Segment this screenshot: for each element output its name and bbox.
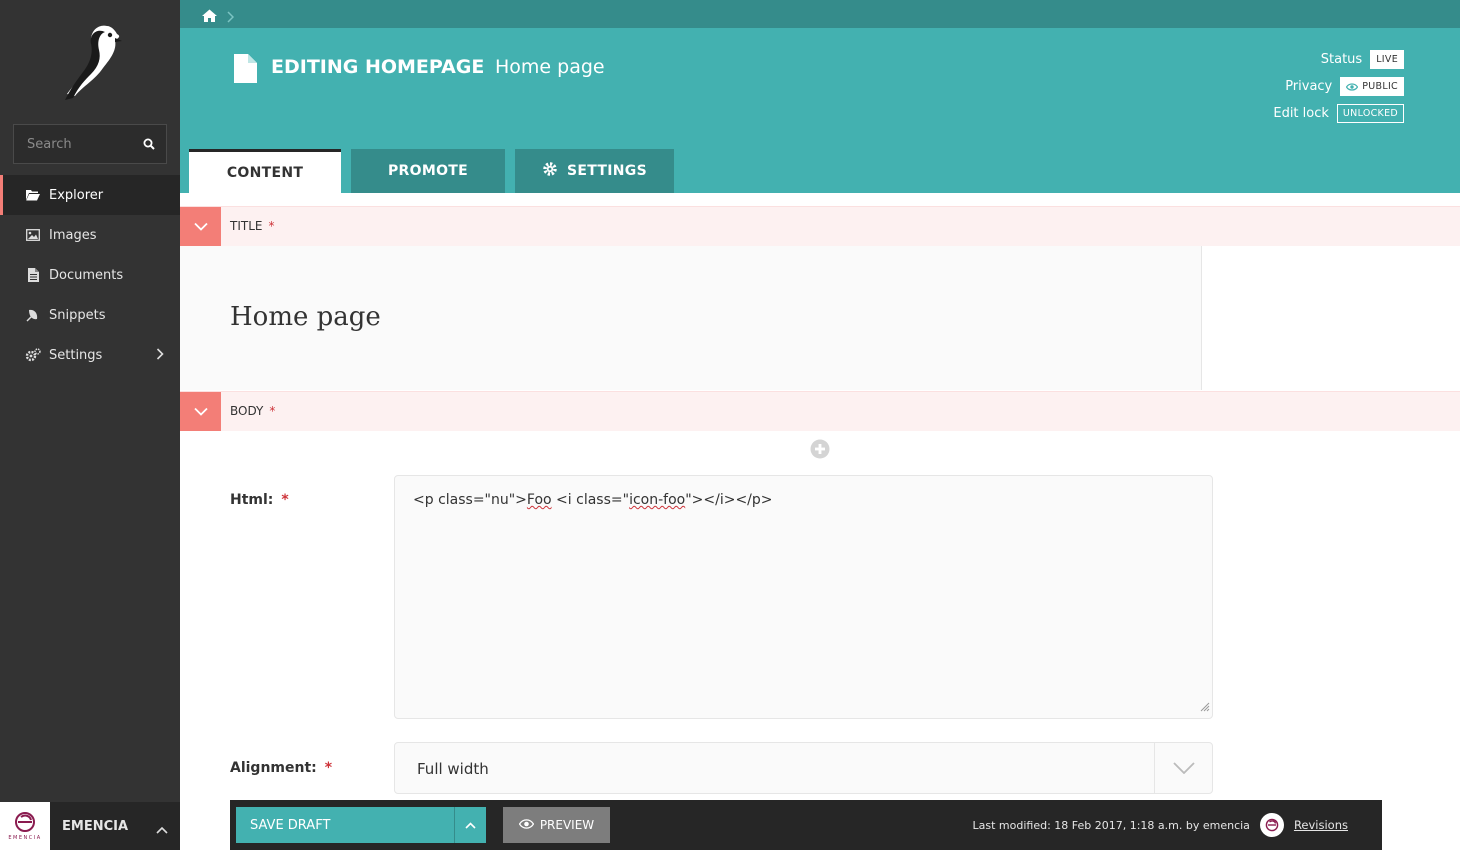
more-actions-toggle[interactable] xyxy=(454,807,486,843)
menu-item-explorer[interactable]: Explorer xyxy=(0,175,180,215)
page-title: EDITING HOMEPAGE Home page xyxy=(271,56,605,78)
menu-item-snippets[interactable]: Snippets xyxy=(0,295,180,335)
resize-handle-icon[interactable] xyxy=(1200,700,1210,716)
chevron-right-icon xyxy=(227,8,234,27)
tab-bar: CONTENT PROMOTE SETTINGS xyxy=(189,149,684,193)
menu-item-documents[interactable]: Documents xyxy=(0,255,180,295)
preview-label: PREVIEW xyxy=(540,818,594,832)
image-icon xyxy=(25,227,41,243)
save-draft-button[interactable]: SAVE DRAFT xyxy=(236,807,454,843)
search-input[interactable] xyxy=(14,125,134,163)
html-code-part: <p class="nu"> xyxy=(413,492,527,508)
eye-icon xyxy=(519,818,534,832)
avatar: EMENCIA xyxy=(0,802,50,850)
preview-button[interactable]: PREVIEW xyxy=(503,807,610,843)
breadcrumb xyxy=(180,0,1460,28)
document-icon xyxy=(25,267,41,283)
status-label: Status xyxy=(1321,52,1362,67)
avatar-brand: EMENCIA xyxy=(8,835,41,841)
chevron-down-icon xyxy=(194,407,208,416)
chevron-right-icon xyxy=(156,348,164,364)
menu-item-label: Documents xyxy=(49,268,123,283)
html-code-part: "></i></p> xyxy=(685,492,772,508)
chevron-up-icon xyxy=(465,822,476,829)
edit-lock-row: Edit lock UNLOCKED xyxy=(1273,104,1404,123)
alignment-select[interactable]: Full width xyxy=(394,742,1213,794)
privacy-button[interactable]: PUBLIC xyxy=(1340,77,1404,96)
privacy-value: PUBLIC xyxy=(1362,81,1398,92)
menu-item-label: Images xyxy=(49,228,97,243)
cogs-icon xyxy=(25,347,41,363)
revisions-link[interactable]: Revisions xyxy=(1294,818,1348,832)
html-label-text: Html: xyxy=(230,492,273,508)
menu-item-label: Settings xyxy=(49,348,102,363)
required-marker: * xyxy=(269,404,275,418)
tab-content[interactable]: CONTENT xyxy=(189,149,341,193)
wagtail-logo[interactable] xyxy=(55,22,125,102)
plus-circle-icon xyxy=(810,439,830,459)
html-code-part: <i class=" xyxy=(552,492,629,508)
gear-icon xyxy=(542,161,558,181)
avatar xyxy=(1260,813,1284,837)
collapse-title-button[interactable] xyxy=(180,207,221,246)
chevron-down-icon xyxy=(1154,743,1212,793)
body-section-header: BODY * xyxy=(180,391,1460,431)
title-section-text: TITLE xyxy=(230,219,262,233)
body-section-text: BODY xyxy=(230,404,263,418)
home-icon[interactable] xyxy=(202,7,217,26)
add-block-button[interactable] xyxy=(810,439,830,463)
html-code-part: icon-foo xyxy=(629,492,685,508)
alignment-selected-value: Full width xyxy=(417,760,489,778)
edit-lock-label: Edit lock xyxy=(1273,106,1329,121)
sidebar: Explorer Images Documents Snippets Setti… xyxy=(0,0,180,850)
html-code-part: Foo xyxy=(527,492,552,508)
page-title-name: Home page xyxy=(495,56,605,78)
eye-icon xyxy=(1346,83,1358,91)
menu-item-images[interactable]: Images xyxy=(0,215,180,255)
last-modified-info: Last modified: 18 Feb 2017, 1:18 a.m. by… xyxy=(973,800,1349,850)
menu-item-settings[interactable]: Settings xyxy=(0,335,180,375)
document-icon xyxy=(234,54,257,87)
search-box xyxy=(13,124,167,164)
search-button[interactable] xyxy=(132,125,166,163)
snippet-icon xyxy=(25,307,41,323)
page-header: EDITING HOMEPAGE Home page Status LIVE P… xyxy=(180,28,1460,193)
alignment-field-label: Alignment: * xyxy=(230,760,332,776)
last-modified-text: Last modified: 18 Feb 2017, 1:18 a.m. by… xyxy=(973,819,1250,832)
title-section-label: TITLE * xyxy=(230,219,274,233)
chevron-down-icon xyxy=(194,222,208,231)
required-marker: * xyxy=(281,492,288,508)
main-menu: Explorer Images Documents Snippets Setti… xyxy=(0,175,180,375)
menu-item-label: Snippets xyxy=(49,308,105,323)
tab-settings[interactable]: SETTINGS xyxy=(515,149,674,193)
menu-item-label: Explorer xyxy=(49,188,103,203)
body-section-label: BODY * xyxy=(230,404,275,418)
page-title-action: EDITING HOMEPAGE xyxy=(271,56,484,78)
status-badge[interactable]: LIVE xyxy=(1370,50,1404,69)
alignment-label-text: Alignment: xyxy=(230,760,317,776)
action-bar: SAVE DRAFT PREVIEW Last modified: 18 Feb… xyxy=(230,800,1382,850)
required-marker: * xyxy=(268,219,274,233)
account-name: EMENCIA xyxy=(62,819,128,834)
title-input-value[interactable]: Home page xyxy=(230,302,381,332)
html-textarea[interactable]: <p class="nu">Foo <i class="icon-foo"></… xyxy=(394,475,1213,719)
required-marker: * xyxy=(325,760,332,776)
privacy-label: Privacy xyxy=(1285,79,1332,94)
chevron-up-icon[interactable] xyxy=(156,819,168,838)
search-icon xyxy=(143,138,155,150)
status-row: Status LIVE xyxy=(1321,50,1404,69)
account-menu[interactable]: EMENCIA EMENCIA xyxy=(0,802,180,850)
edit-lock-button[interactable]: UNLOCKED xyxy=(1337,104,1404,123)
title-field[interactable]: Home page xyxy=(180,246,1202,390)
title-section-header: TITLE * xyxy=(180,206,1460,246)
privacy-row: Privacy PUBLIC xyxy=(1285,77,1404,96)
tab-settings-label: SETTINGS xyxy=(567,163,647,179)
html-field-label: Html: * xyxy=(230,492,289,508)
tab-promote[interactable]: PROMOTE xyxy=(351,149,505,193)
collapse-body-button[interactable] xyxy=(180,392,221,431)
folder-open-icon xyxy=(25,187,41,203)
